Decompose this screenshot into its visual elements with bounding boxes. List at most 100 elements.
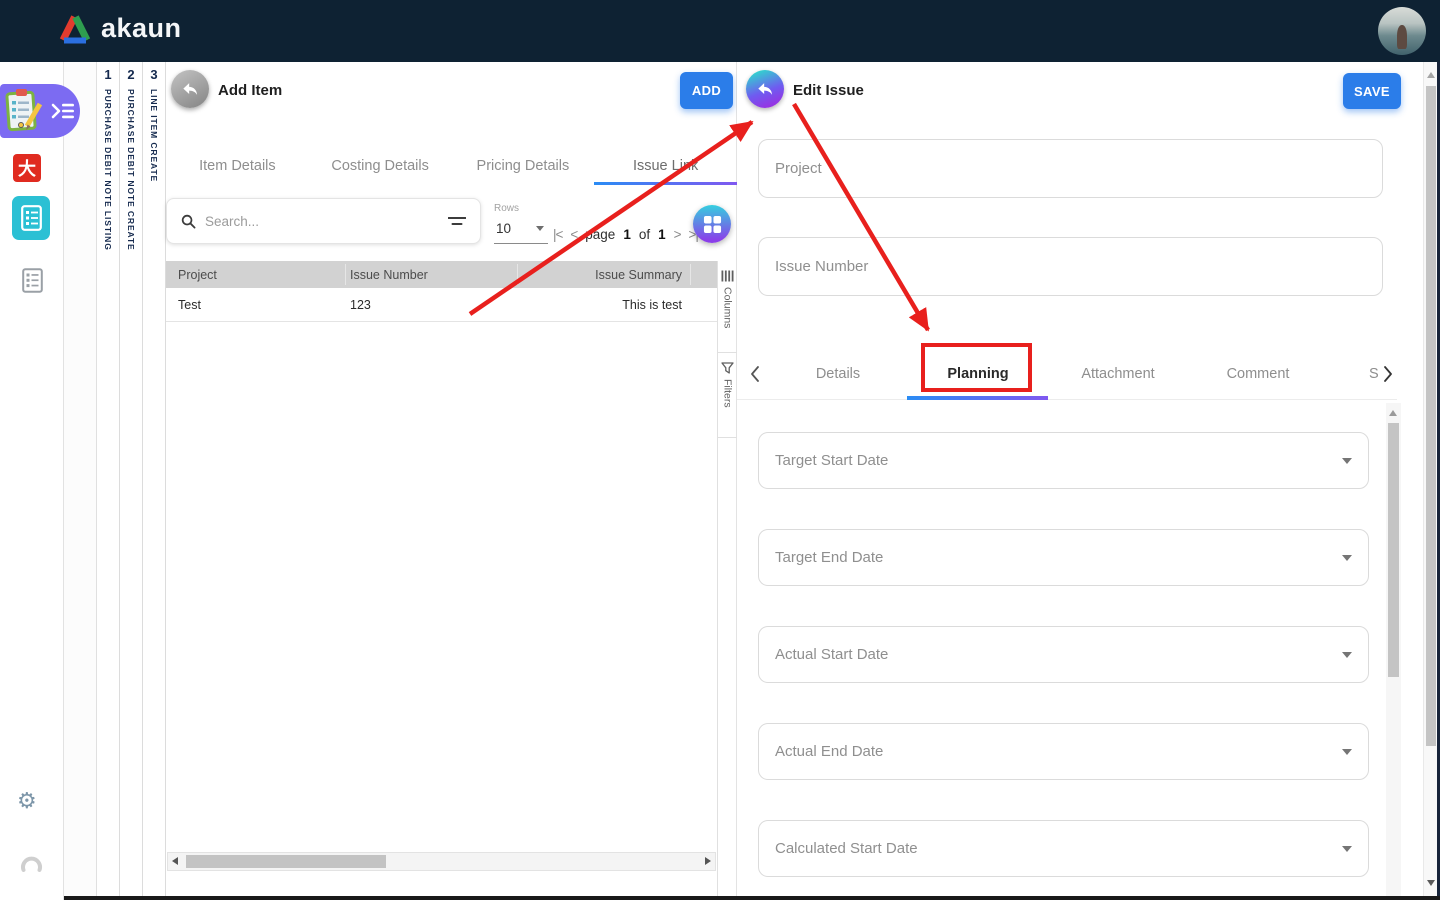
- back-button[interactable]: [171, 70, 209, 108]
- chevron-down-icon: [1342, 846, 1352, 852]
- tab-pricing-details[interactable]: Pricing Details: [452, 152, 595, 186]
- issue-link-table: Project Issue Number Issue Summary Test …: [166, 261, 717, 322]
- workspace-tab-label: PURCHASE DEBIT NOTE CREATE: [126, 89, 136, 251]
- tab-issue-link[interactable]: Issue Link: [594, 152, 737, 186]
- column-header-issue-number: Issue Number: [350, 268, 517, 282]
- window-bottom-edge: [0, 896, 1440, 900]
- workspace-tab-purchase-debit-note-listing[interactable]: 1 PURCHASE DEBIT NOTE LISTING: [97, 62, 120, 900]
- form-scrollbar-thumb[interactable]: [1388, 423, 1399, 677]
- scroll-up-arrow-icon[interactable]: [1389, 410, 1397, 416]
- columns-side-tab[interactable]: Columns: [718, 261, 737, 353]
- tab-row: Details Planning Attachment Comment: [768, 350, 1328, 400]
- project-field[interactable]: Project: [758, 139, 1383, 198]
- rows-value: 10: [494, 219, 548, 244]
- rail-gap-strip: [64, 62, 97, 900]
- calculated-start-date-select[interactable]: Calculated Start Date: [758, 820, 1369, 877]
- first-page-button[interactable]: |<: [553, 227, 562, 242]
- current-page: 1: [623, 227, 631, 242]
- actual-start-date-select[interactable]: Actual Start Date: [758, 626, 1369, 683]
- workspace-tab-line-item-create[interactable]: 3 LINE ITEM CREATE: [143, 62, 166, 900]
- ledger-app-icon[interactable]: [12, 196, 50, 240]
- workspace-tab-strip: 1 PURCHASE DEBIT NOTE LISTING 2 PURCHASE…: [97, 62, 167, 900]
- clipboard-illustration-icon: [3, 88, 47, 134]
- workspace-tab-label: LINE ITEM CREATE: [149, 89, 159, 182]
- filters-tab-label: Filters: [722, 379, 734, 408]
- scroll-down-arrow-icon[interactable]: [1427, 880, 1435, 886]
- page-label: page: [585, 227, 615, 242]
- back-arrow-icon: [180, 79, 200, 99]
- chevron-down-icon: [1342, 555, 1352, 561]
- workspace-tab-number: 1: [104, 67, 111, 82]
- cell-project: Test: [166, 298, 350, 312]
- tab-item-details[interactable]: Item Details: [166, 152, 309, 186]
- left-icon-rail: 大 ⚙: [0, 62, 64, 900]
- table-header-row: Project Issue Number Issue Summary: [166, 261, 717, 288]
- column-header-project: Project: [166, 268, 350, 282]
- filter-funnel-icon: [721, 362, 734, 374]
- tab-attachment[interactable]: Attachment: [1048, 350, 1188, 400]
- back-button[interactable]: [746, 70, 784, 108]
- horizontal-scrollbar-thumb[interactable]: [186, 855, 386, 868]
- scroll-up-arrow-icon[interactable]: [1427, 72, 1435, 78]
- scroll-left-arrow-icon[interactable]: [172, 857, 178, 865]
- account-icon[interactable]: [20, 850, 43, 878]
- pagination: |< < page 1 of 1 > >|: [553, 227, 698, 242]
- columns-tab-label: Columns: [722, 287, 734, 328]
- menu-indent-icon: [50, 98, 77, 124]
- list-outline-icon: [22, 268, 43, 293]
- brand-logo: akaun: [58, 13, 182, 44]
- filters-side-tab[interactable]: Filters: [718, 353, 737, 438]
- chevron-down-icon: [1342, 458, 1352, 464]
- add-button[interactable]: ADD: [680, 72, 733, 109]
- search-box: [166, 198, 481, 244]
- chevron-right-icon: [1382, 365, 1394, 383]
- total-pages: 1: [658, 227, 666, 242]
- chevron-left-icon: [749, 365, 761, 383]
- chevron-down-icon: [1342, 652, 1352, 658]
- tab-partial[interactable]: S: [1369, 366, 1379, 382]
- tab-details[interactable]: Details: [768, 350, 908, 400]
- list-app-icon[interactable]: [22, 268, 43, 298]
- tab-costing-details[interactable]: Costing Details: [309, 152, 452, 186]
- cell-issue-summary: This is test: [517, 298, 682, 312]
- brand-name: akaun: [101, 13, 182, 44]
- tabs-scroll-right-button[interactable]: [1382, 365, 1394, 383]
- target-end-date-select[interactable]: Target End Date: [758, 529, 1369, 586]
- add-item-tab-bar: Item Details Costing Details Pricing Det…: [166, 152, 737, 186]
- page-vertical-scrollbar[interactable]: [1423, 62, 1437, 900]
- user-avatar[interactable]: [1378, 7, 1426, 55]
- issue-number-field-label: Issue Number: [775, 258, 868, 275]
- form-vertical-scrollbar[interactable]: [1386, 403, 1401, 900]
- pdf-app-icon[interactable]: 大: [13, 154, 41, 182]
- active-app-icon[interactable]: [0, 84, 80, 138]
- issue-number-field[interactable]: Issue Number: [758, 237, 1383, 296]
- actual-end-date-select[interactable]: Actual End Date: [758, 723, 1369, 780]
- field-label: Target End Date: [775, 549, 883, 566]
- chevron-down-icon: [536, 226, 544, 231]
- rows-per-page-select[interactable]: Rows 10: [494, 203, 548, 244]
- column-divider: [517, 264, 518, 285]
- settings-gear-icon[interactable]: ⚙: [17, 791, 37, 813]
- tabs-scroll-left-button[interactable]: [749, 365, 761, 383]
- grid-view-button[interactable]: [693, 205, 731, 243]
- filter-sort-icon[interactable]: [448, 215, 466, 227]
- target-start-date-select[interactable]: Target Start Date: [758, 432, 1369, 489]
- tab-comment[interactable]: Comment: [1188, 350, 1328, 400]
- search-input[interactable]: [205, 214, 448, 229]
- person-arc-icon: [20, 850, 43, 873]
- horizontal-scrollbar[interactable]: [167, 852, 716, 871]
- prev-page-button[interactable]: <: [570, 227, 577, 242]
- table-row[interactable]: Test 123 This is test: [166, 288, 717, 322]
- field-label: Target Start Date: [775, 452, 888, 469]
- tab-planning[interactable]: Planning: [908, 350, 1048, 400]
- table-side-strip: Columns Filters: [717, 261, 737, 900]
- workspace-tab-purchase-debit-note-create[interactable]: 2 PURCHASE DEBIT NOTE CREATE: [120, 62, 143, 900]
- scroll-right-arrow-icon[interactable]: [705, 857, 711, 865]
- page-scrollbar-thumb[interactable]: [1426, 86, 1436, 746]
- edit-issue-tab-bar: Details Planning Attachment Comment S: [737, 350, 1397, 400]
- add-item-panel: Add Item ADD Item Details Costing Detail…: [166, 62, 737, 900]
- workspace-tab-number: 3: [150, 67, 157, 82]
- next-page-button[interactable]: >: [674, 227, 681, 242]
- field-label: Calculated Start Date: [775, 840, 918, 857]
- save-button[interactable]: SAVE: [1343, 73, 1401, 109]
